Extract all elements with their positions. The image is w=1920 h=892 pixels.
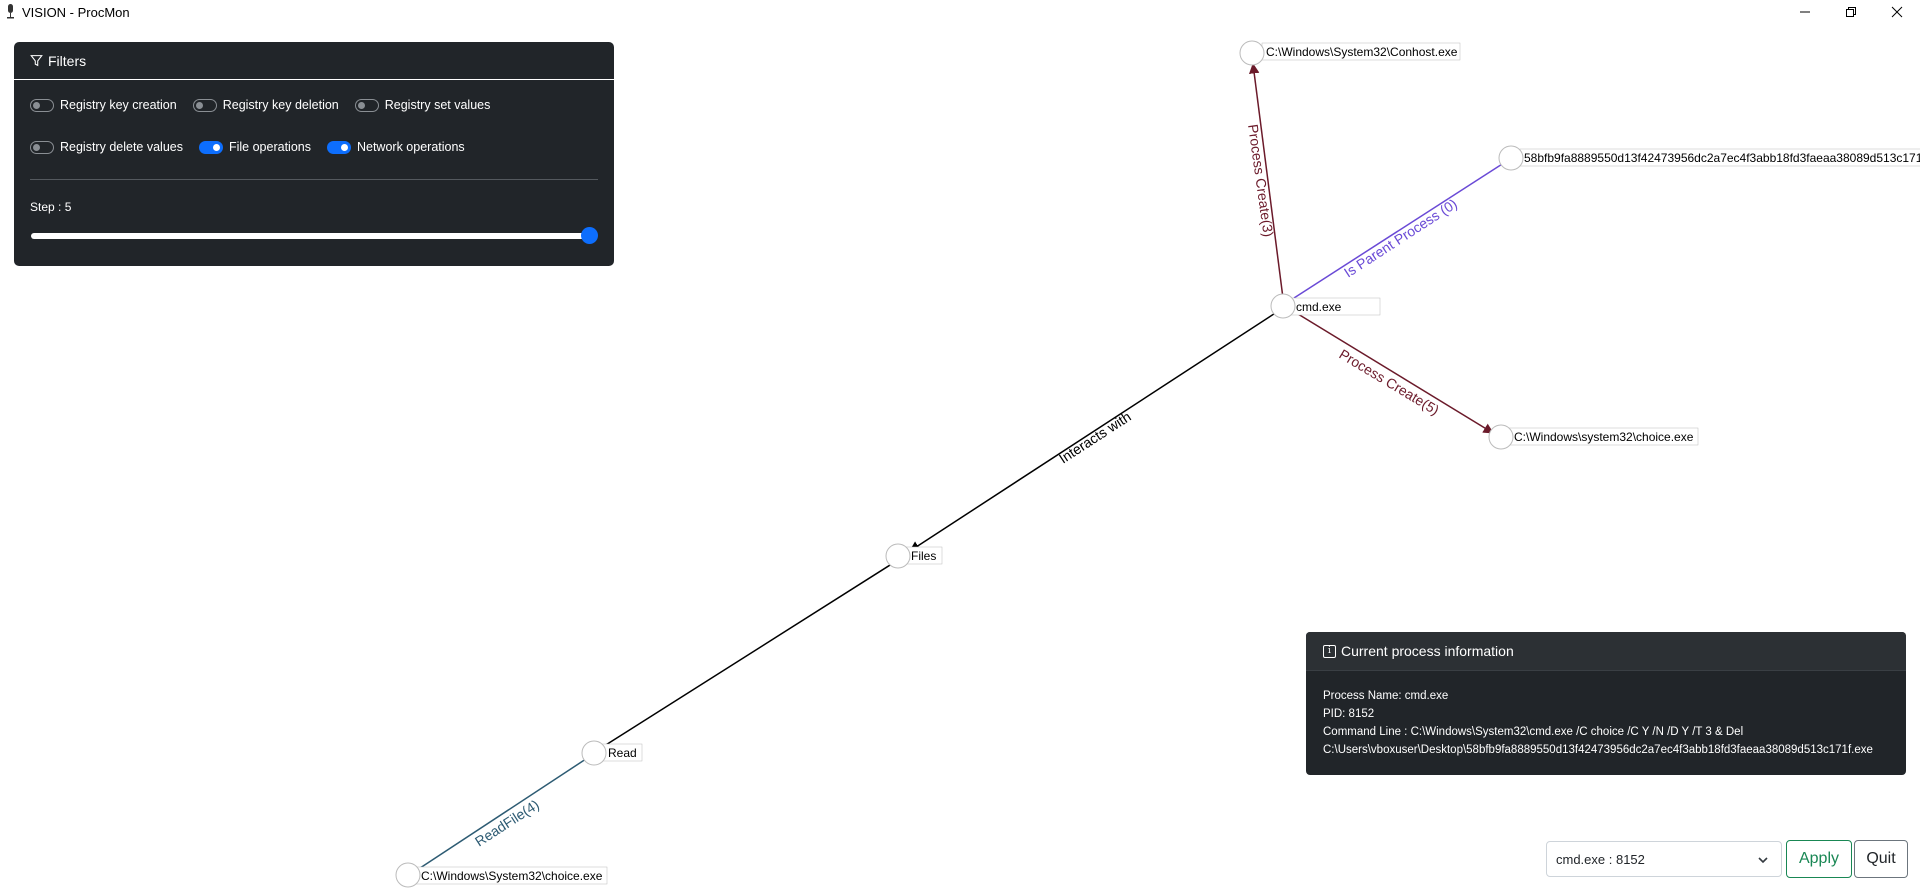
process-info-panel: i Current process information Process Na…	[1306, 632, 1906, 775]
filters-header: Filters	[14, 42, 614, 80]
process-pid: PID: 8152	[1323, 708, 1375, 720]
node-conhost[interactable]: C:\Windows\System32\Conhost.exe	[1239, 40, 1461, 66]
filters-panel: Filters Registry key creation Registry k…	[14, 42, 614, 266]
node-files[interactable]: Files	[885, 543, 943, 569]
switch-icon[interactable]	[30, 140, 54, 154]
process-info-body: Process Name: cmd.exe PID: 8152 Command …	[1306, 671, 1906, 759]
toggle-label: Registry key deletion	[222, 98, 339, 112]
node-label-conhost: C:\Windows\System32\Conhost.exe	[1266, 45, 1458, 59]
process-command-line-continued: C:\Users\vboxuser\Desktop\58bfb9fa888955…	[1323, 744, 1873, 756]
filter-icon	[30, 55, 43, 67]
title-bar: VISION - ProcMon	[0, 0, 1920, 24]
switch-icon[interactable]	[198, 140, 223, 154]
edge-label-readfile-4: ReadFile(4)	[472, 796, 542, 849]
toggle-label: Registry set values	[384, 98, 491, 112]
close-button[interactable]	[1874, 0, 1920, 24]
toggle-registry-delete-values[interactable]: Registry delete values	[30, 140, 183, 154]
apply-button[interactable]: Apply	[1786, 840, 1852, 878]
edge-files-read	[600, 559, 899, 749]
toggle-label: Registry delete values	[60, 140, 183, 154]
node-label-hash: 58bfb9fa8889550d13f42473956dc2a7ec4f3abb…	[1524, 151, 1920, 165]
toggle-label: Registry key creation	[60, 98, 177, 112]
node-label-read: Read	[608, 746, 637, 760]
toggle-label: Network operations	[356, 140, 465, 154]
edge-process-create-5	[1297, 313, 1494, 434]
app-icon	[7, 4, 14, 19]
step-slider[interactable]	[31, 233, 589, 239]
node-label-choice-upper: C:\Windows\system32\choice.exe	[1514, 430, 1694, 444]
toggle-file-operations[interactable]: File operations	[198, 140, 311, 154]
filters-divider	[30, 179, 598, 180]
toggle-registry-key-deletion[interactable]: Registry key deletion	[192, 98, 339, 112]
step-label: Step : 5	[30, 200, 72, 214]
edge-label-interacts-with: Interacts with	[1056, 408, 1134, 466]
close-icon	[1891, 6, 1903, 18]
window-title: VISION - ProcMon	[22, 5, 130, 20]
node-read[interactable]: Read	[581, 740, 643, 766]
minimize-icon	[1800, 11, 1810, 13]
process-command-line: Command Line : C:\Windows\System32\cmd.e…	[1323, 726, 1744, 738]
minimize-button[interactable]	[1782, 0, 1828, 24]
process-select-value: cmd.exe : 8152	[1556, 851, 1645, 867]
process-name: Process Name: cmd.exe	[1323, 690, 1449, 702]
node-choice-lower[interactable]: C:\Windows\System32\choice.exe	[395, 862, 608, 888]
edge-label-process-create-5: Process Create(5)	[1336, 346, 1442, 418]
quit-button[interactable]: Quit	[1854, 840, 1908, 878]
filters-row-2: Registry delete values File operations N…	[30, 140, 481, 154]
node-cmd[interactable]: cmd.exe	[1270, 293, 1381, 319]
toggle-label: File operations	[228, 140, 311, 154]
restore-icon	[1846, 7, 1856, 17]
node-label-files: Files	[911, 549, 936, 563]
edge-label-process-create-3: Process Create(3)	[1245, 123, 1277, 238]
step-slider-thumb[interactable]	[581, 227, 598, 244]
toggle-network-operations[interactable]: Network operations	[326, 140, 465, 154]
edge-readfile-4	[413, 754, 593, 873]
filters-title: Filters	[48, 52, 87, 69]
toggle-registry-set-values[interactable]: Registry set values	[354, 98, 491, 112]
chevron-down-icon	[1758, 857, 1768, 864]
toggle-registry-key-creation[interactable]: Registry key creation	[30, 98, 177, 112]
filters-row-1: Registry key creation Registry key delet…	[30, 98, 506, 112]
process-select[interactable]: cmd.exe : 8152	[1546, 841, 1782, 877]
node-label-cmd: cmd.exe	[1296, 300, 1342, 314]
switch-icon[interactable]	[30, 98, 54, 112]
process-info-title: Current process information	[1341, 643, 1514, 659]
switch-icon[interactable]	[192, 98, 217, 112]
info-icon: i	[1323, 644, 1336, 658]
node-choice-upper[interactable]: C:\Windows\system32\choice.exe	[1488, 424, 1699, 450]
restore-button[interactable]	[1828, 0, 1874, 24]
switch-icon[interactable]	[354, 98, 379, 112]
process-info-header: i Current process information	[1306, 632, 1906, 671]
switch-icon[interactable]	[326, 140, 351, 154]
edge-label-is-parent-process: Is Parent Process (0)	[1341, 195, 1460, 280]
node-label-choice-lower: C:\Windows\System32\choice.exe	[421, 869, 603, 883]
node-hash[interactable]: 58bfb9fa8889550d13f42473956dc2a7ec4f3abb…	[1498, 145, 1920, 171]
